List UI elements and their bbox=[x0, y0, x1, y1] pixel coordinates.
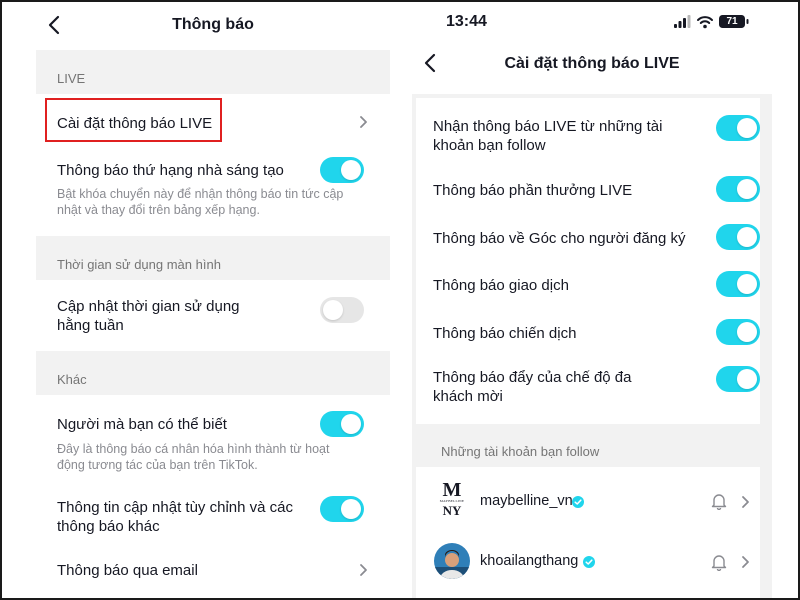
verified-badge-icon bbox=[583, 555, 595, 568]
transactions-label: Thông báo giao dịch bbox=[433, 277, 569, 294]
battery-level: 71 bbox=[726, 16, 738, 27]
transactions-toggle[interactable] bbox=[716, 271, 760, 297]
verified-badge-icon bbox=[572, 495, 584, 508]
bell-icon[interactable] bbox=[710, 492, 728, 511]
chevron-right-icon bbox=[738, 495, 752, 509]
maybelline-logo: M MAYBELLINE NY bbox=[439, 479, 465, 518]
account-name: khoailangthang bbox=[480, 553, 579, 569]
section-label-live: LIVE bbox=[57, 71, 86, 86]
live-rewards-label: Thông báo phần thưởng LIVE bbox=[433, 182, 633, 199]
account-name: maybelline_vn bbox=[480, 493, 573, 509]
live-rewards-toggle[interactable] bbox=[716, 176, 760, 202]
creator-ranking-toggle[interactable] bbox=[320, 157, 364, 183]
weekly-screen-time-label: Cập nhật thời gian sử dụng hằng tuần bbox=[57, 298, 240, 334]
signal-icon bbox=[674, 15, 691, 28]
screen-time-card: Cập nhật thời gian sử dụng hằng tuần bbox=[36, 280, 390, 351]
live-toggles-card: Nhận thông báo LIVE từ những tài khoản b… bbox=[416, 98, 760, 424]
weekly-screen-time-toggle[interactable] bbox=[320, 297, 364, 323]
live-from-following-toggle[interactable] bbox=[716, 115, 760, 141]
status-time: 13:44 bbox=[446, 13, 487, 30]
page-title: Thông báo bbox=[172, 16, 254, 33]
multi-guest-label: Thông báo đẩy của chế độ đa khách mời bbox=[433, 369, 632, 405]
chevron-right-icon bbox=[356, 563, 370, 577]
live-settings-highlight bbox=[45, 98, 222, 142]
custom-updates-toggle[interactable] bbox=[320, 496, 364, 522]
status-icons: 71 bbox=[674, 14, 754, 29]
following-accounts-card: M MAYBELLINE NY maybelline_vn khoailangt… bbox=[416, 467, 760, 598]
live-card: Cài đặt thông báo LIVE Thông báo thứ hạn… bbox=[36, 94, 390, 236]
section-label-other: Khác bbox=[57, 372, 87, 387]
people-you-may-know-description: Đây là thông báo cá nhân hóa hình thành … bbox=[57, 442, 330, 472]
email-notifications-label: Thông báo qua email bbox=[57, 562, 198, 579]
people-you-may-know-label: Người mà bạn có thể biết bbox=[57, 416, 227, 433]
campaigns-label: Thông báo chiến dịch bbox=[433, 325, 577, 342]
subscriber-corner-toggle[interactable] bbox=[716, 224, 760, 250]
custom-updates-label: Thông tin cập nhật tùy chỉnh và các thôn… bbox=[57, 499, 293, 535]
email-notifications-row[interactable]: Thông báo qua email bbox=[36, 550, 390, 594]
creator-ranking-description: Bật khóa chuyển này để nhận thông báo ti… bbox=[57, 187, 344, 217]
bell-icon[interactable] bbox=[710, 553, 728, 572]
live-settings-screen: 13:44 71 Cài đặt thông báo LIVE Nhận thô… bbox=[412, 2, 772, 598]
notifications-screen: Thông báo LIVE Cài đặt thông báo LIVE Th… bbox=[36, 2, 390, 598]
section-label-screen-time: Thời gian sử dụng màn hình bbox=[57, 257, 221, 272]
account-row-maybelline[interactable]: M MAYBELLINE NY maybelline_vn bbox=[416, 467, 760, 533]
creator-ranking-label: Thông báo thứ hạng nhà sáng tạo bbox=[57, 162, 284, 179]
chevron-right-icon bbox=[738, 555, 752, 569]
subscriber-corner-label: Thông báo về Góc cho người đăng ký bbox=[433, 230, 686, 247]
notifications-header: Thông báo bbox=[36, 2, 390, 50]
page-title: Cài đặt thông báo LIVE bbox=[504, 55, 680, 72]
wifi-icon bbox=[697, 16, 713, 29]
other-card: Người mà bạn có thể biết Đây là thông bá… bbox=[36, 395, 390, 598]
status-and-header: 13:44 71 Cài đặt thông báo LIVE bbox=[412, 2, 772, 94]
avatar bbox=[434, 543, 470, 579]
chevron-right-icon bbox=[356, 115, 370, 129]
campaigns-toggle[interactable] bbox=[716, 319, 760, 345]
live-from-following-label: Nhận thông báo LIVE từ những tài khoản b… bbox=[433, 118, 663, 154]
section-label-following: Những tài khoản bạn follow bbox=[441, 444, 600, 459]
account-row-khoailangthang[interactable]: khoailangthang bbox=[416, 533, 760, 593]
people-you-may-know-toggle[interactable] bbox=[320, 411, 364, 437]
multi-guest-toggle[interactable] bbox=[716, 366, 760, 392]
